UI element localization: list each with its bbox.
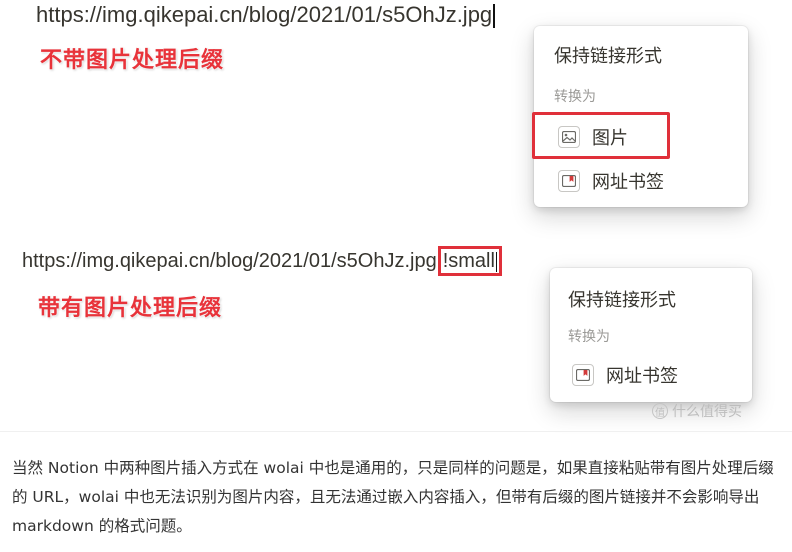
annotation-label-with-suffix: 带有图片处理后缀 [38,296,223,321]
bookmark-icon [572,364,594,386]
highlight-box-image-option [532,112,670,159]
text-cursor [493,4,495,29]
url-value: https://img.qikepai.cn/blog/2021/01/s5Oh… [22,250,437,272]
menu-item-keep-link[interactable]: 保持链接形式 [568,286,676,312]
menu-item-bookmark[interactable]: 网址书签 [558,168,664,194]
link-convert-menu: 保持链接形式 转换为 网址书签 [550,268,752,402]
article-paragraph: 当然 Notion 中两种图片插入方式在 wolai 中也是通用的，只是同样的问… [12,459,774,535]
watermark-text: 什么值得买 [672,404,742,420]
annotation-label-no-suffix: 不带图片处理后缀 [40,48,225,73]
watermark: 值 什么值得买 [652,401,742,421]
watermark-logo-icon: 值 [652,403,668,419]
divider [0,431,792,432]
url-suffix-highlight: !small [437,246,503,276]
menu-item-bookmark[interactable]: 网址书签 [572,362,678,388]
url-value: https://img.qikepai.cn/blog/2021/01/s5Oh… [36,2,493,27]
text-cursor [495,251,498,272]
menu-section-label: 转换为 [554,89,596,105]
url-text-with-suffix[interactable]: https://img.qikepai.cn/blog/2021/01/s5Oh… [22,246,503,276]
url-suffix: !small [442,250,495,272]
url-text-plain[interactable]: https://img.qikepai.cn/blog/2021/01/s5Oh… [36,0,495,30]
menu-item-keep-link[interactable]: 保持链接形式 [554,42,662,68]
menu-item-label: 网址书签 [606,366,678,387]
menu-item-label: 网址书签 [592,172,664,193]
menu-section-label: 转换为 [568,329,610,345]
bookmark-icon [558,170,580,192]
